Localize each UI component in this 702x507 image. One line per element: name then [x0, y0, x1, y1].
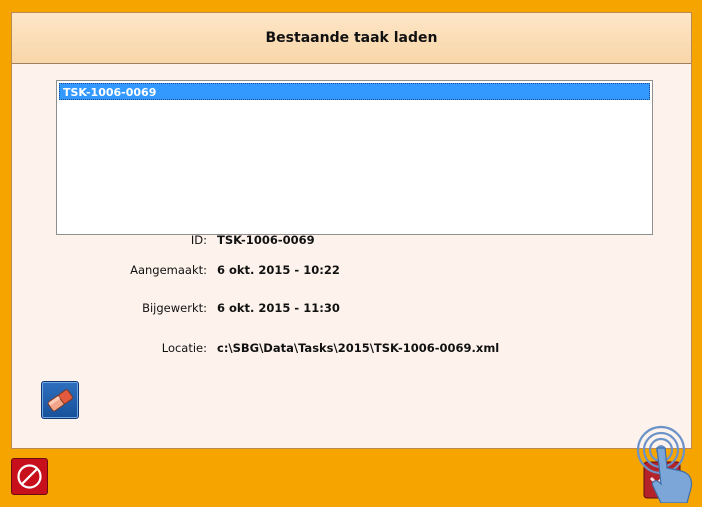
id-value: TSK-1006-0069	[217, 233, 315, 247]
eraser-button[interactable]	[41, 381, 79, 419]
task-list[interactable]: TSK-1006-0069	[56, 80, 653, 235]
location-label: Locatie:	[161, 341, 207, 355]
prohibited-icon	[17, 464, 42, 489]
cancel-button[interactable]	[11, 458, 48, 495]
dialog-title: Bestaande taak laden	[265, 30, 438, 46]
touch-hand-icon	[636, 425, 693, 504]
info-row-updated: Bijgewerkt: 6 okt. 2015 - 11:30	[12, 301, 691, 317]
id-label: ID:	[190, 233, 207, 247]
created-value: 6 okt. 2015 - 10:22	[217, 263, 340, 277]
eraser-icon	[47, 389, 73, 412]
info-row-location: Locatie: c:\SBG\Data\Tasks\2015\TSK-1006…	[12, 341, 691, 357]
updated-label: Bijgewerkt:	[142, 301, 207, 315]
confirm-button[interactable]	[631, 424, 702, 504]
dialog-header: Bestaande taak laden	[12, 13, 691, 64]
list-item-selected[interactable]: TSK-1006-0069	[59, 83, 650, 100]
info-row-id: ID: TSK-1006-0069	[12, 233, 691, 249]
location-value: c:\SBG\Data\Tasks\2015\TSK-1006-0069.xml	[217, 341, 500, 355]
load-task-dialog: Bestaande taak laden TSK-1006-0069 ID: T…	[11, 12, 692, 449]
updated-value: 6 okt. 2015 - 11:30	[217, 301, 340, 315]
created-label: Aangemaakt:	[130, 263, 207, 277]
info-row-created: Aangemaakt: 6 okt. 2015 - 10:22	[12, 263, 691, 279]
